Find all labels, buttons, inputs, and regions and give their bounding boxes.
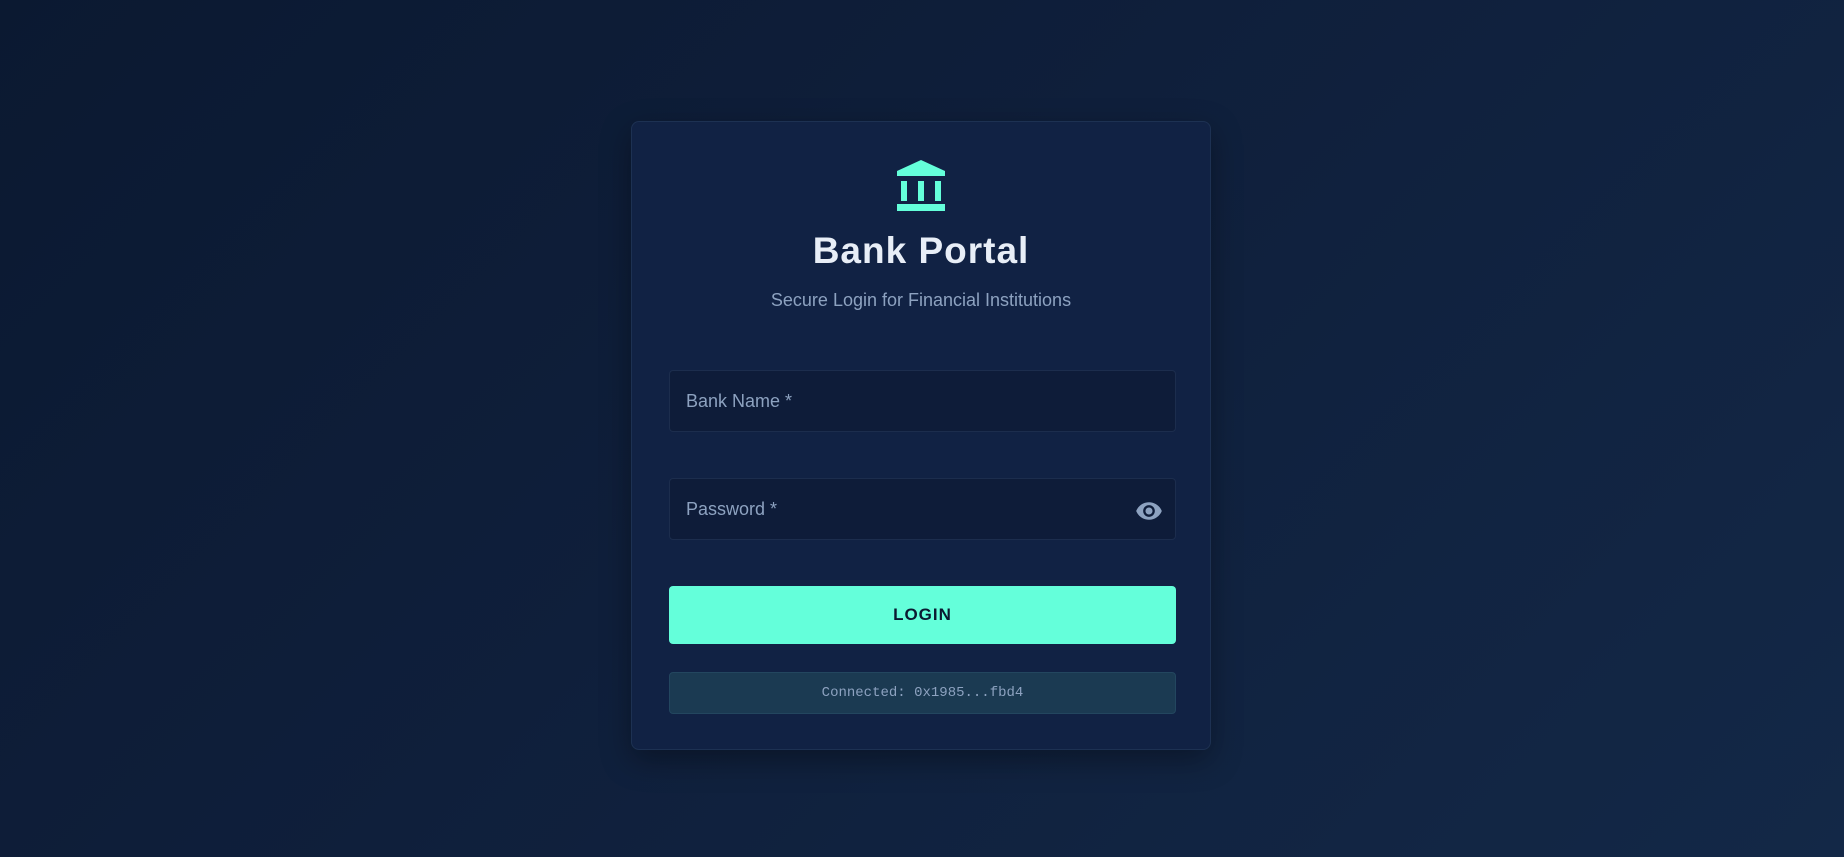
connection-status: Connected: 0x1985...fbd4	[669, 672, 1176, 714]
password-input[interactable]	[670, 479, 1175, 539]
eye-icon[interactable]	[1135, 497, 1163, 525]
password-field	[669, 478, 1176, 540]
bank-icon	[897, 160, 945, 211]
bank-name-input[interactable]	[670, 371, 1175, 431]
page-subtitle: Secure Login for Financial Institutions	[770, 290, 1072, 310]
bank-name-field	[669, 370, 1176, 432]
login-card: Bank Portal Secure Login for Financial I…	[631, 121, 1211, 750]
page-title: Bank Portal	[812, 230, 1030, 271]
login-button[interactable]: LOGIN	[669, 586, 1176, 644]
